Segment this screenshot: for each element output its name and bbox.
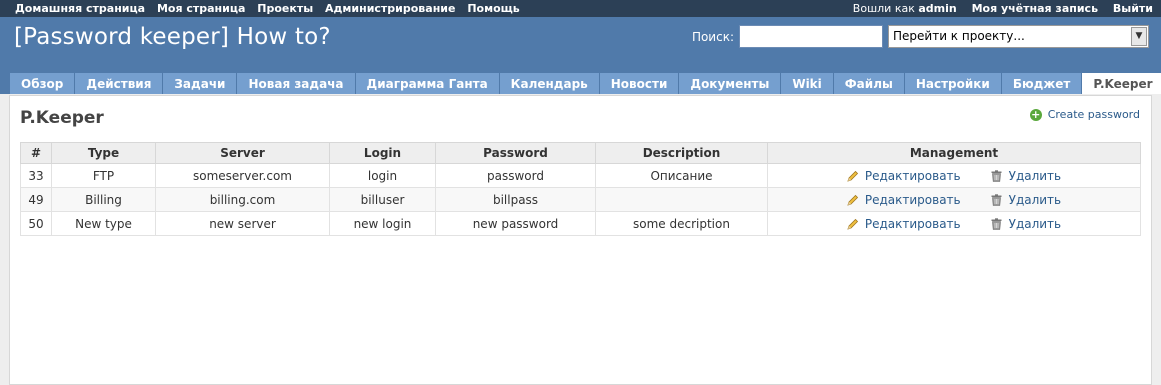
tab-news[interactable]: Новости: [599, 73, 679, 94]
col-id[interactable]: #: [20, 142, 52, 164]
top-link-my-page[interactable]: Моя страница: [157, 2, 245, 15]
create-password-link[interactable]: + Create password: [1029, 107, 1140, 121]
tab-issues[interactable]: Задачи: [163, 73, 237, 94]
tab-files[interactable]: Файлы: [833, 73, 904, 94]
cell-login: billuser: [329, 187, 436, 212]
cell-type: New type: [51, 211, 156, 236]
cell-login: new login: [329, 211, 436, 236]
top-menu: Домашняя страница Моя страница Проекты А…: [0, 0, 1161, 17]
account-area: Вошли как admin Моя учётная запись Выйти: [842, 2, 1153, 15]
cell-type: Billing: [51, 187, 156, 212]
tab-settings[interactable]: Настройки: [904, 73, 1001, 94]
logged-as: Вошли как admin: [853, 2, 957, 15]
pencil-icon: [847, 170, 858, 182]
cell-id: 33: [20, 163, 52, 188]
top-link-administration[interactable]: Администрирование: [325, 2, 455, 15]
edit-label[interactable]: Редактировать: [865, 193, 961, 207]
search-label: Поиск:: [691, 29, 734, 44]
cell-login: login: [329, 163, 436, 188]
col-password[interactable]: Password: [435, 142, 596, 164]
cell-password: password: [435, 163, 596, 188]
trash-icon: [991, 193, 1002, 206]
logout-link[interactable]: Выйти: [1113, 2, 1153, 15]
table-row: 33 FTP someserver.com login password Опи…: [20, 163, 1141, 188]
chevron-down-icon[interactable]: ▼: [1131, 27, 1147, 46]
col-server[interactable]: Server: [155, 142, 330, 164]
cell-type: FTP: [51, 163, 156, 188]
content: P.Keeper + Create password # Type Server…: [9, 95, 1152, 385]
tab-gantt[interactable]: Диаграмма Ганта: [355, 73, 499, 94]
delete-label[interactable]: Удалить: [1009, 169, 1062, 183]
pencil-icon: [847, 194, 858, 206]
top-link-projects[interactable]: Проекты: [257, 2, 313, 15]
logged-user[interactable]: admin: [918, 2, 956, 15]
cell-password: billpass: [435, 187, 596, 212]
main-menu: Обзор Действия Задачи Новая задача Диагр…: [10, 73, 1161, 94]
header: [Password keeper] How to? Поиск: Перейти…: [0, 17, 1161, 94]
table-row: 50 New type new server new login new pas…: [20, 211, 1141, 236]
top-link-home[interactable]: Домашняя страница: [15, 2, 145, 15]
delete-label[interactable]: Удалить: [1009, 193, 1062, 207]
cell-description: [595, 187, 768, 212]
cell-description: Описание: [595, 163, 768, 188]
tab-activity[interactable]: Действия: [75, 73, 163, 94]
cell-server: billing.com: [155, 187, 330, 212]
logged-as-prefix: Вошли как: [852, 2, 915, 15]
tab-wiki[interactable]: Wiki: [781, 73, 833, 94]
trash-icon: [991, 217, 1002, 230]
col-login[interactable]: Login: [329, 142, 436, 164]
plus-circle-icon: +: [1029, 107, 1042, 121]
cell-management: Редактировать Удалить: [767, 187, 1141, 212]
top-menu-links: Домашняя страница Моя страница Проекты А…: [15, 2, 528, 15]
col-management: Management: [767, 142, 1141, 164]
edit-link[interactable]: Редактировать: [847, 169, 961, 183]
edit-label[interactable]: Редактировать: [865, 169, 961, 183]
tab-calendar[interactable]: Календарь: [499, 73, 599, 94]
trash-icon: [991, 169, 1002, 182]
tab-new-issue[interactable]: Новая задача: [237, 73, 355, 94]
my-account-link[interactable]: Моя учётная запись: [972, 2, 1098, 15]
cell-description: some decription: [595, 211, 768, 236]
pencil-icon: [847, 218, 858, 230]
tab-overview[interactable]: Обзор: [10, 73, 75, 94]
create-password-label[interactable]: Create password: [1048, 108, 1140, 121]
delete-link[interactable]: Удалить: [991, 169, 1062, 183]
table-header-row: # Type Server Login Password Description…: [20, 142, 1141, 164]
edit-label[interactable]: Редактировать: [865, 217, 961, 231]
project-jump-select[interactable]: Перейти к проекту... ▼: [888, 25, 1149, 48]
tab-budget[interactable]: Бюджет: [1001, 73, 1082, 94]
delete-link[interactable]: Удалить: [991, 193, 1062, 207]
search-input[interactable]: [739, 25, 883, 48]
project-title: [Password keeper] How to?: [14, 24, 331, 50]
top-link-help[interactable]: Помощь: [467, 2, 519, 15]
delete-link[interactable]: Удалить: [991, 217, 1062, 231]
cell-id: 50: [20, 211, 52, 236]
tab-pkeeper[interactable]: P.Keeper: [1082, 73, 1161, 94]
passwords-table: # Type Server Login Password Description…: [20, 142, 1141, 236]
cell-server: new server: [155, 211, 330, 236]
project-jump-value: Перейти к проекту...: [893, 29, 1025, 43]
col-description[interactable]: Description: [595, 142, 768, 164]
cell-management: Редактировать Удалить: [767, 211, 1141, 236]
cell-management: Редактировать Удалить: [767, 163, 1141, 188]
col-type[interactable]: Type: [51, 142, 156, 164]
edit-link[interactable]: Редактировать: [847, 217, 961, 231]
table-row: 49 Billing billing.com billuser billpass…: [20, 187, 1141, 212]
delete-label[interactable]: Удалить: [1009, 217, 1062, 231]
cell-password: new password: [435, 211, 596, 236]
quick-search: Поиск: Перейти к проекту... ▼: [692, 25, 1149, 48]
tab-documents[interactable]: Документы: [679, 73, 781, 94]
page-title: P.Keeper: [20, 108, 104, 128]
cell-id: 49: [20, 187, 52, 212]
cell-server: someserver.com: [155, 163, 330, 188]
edit-link[interactable]: Редактировать: [847, 193, 961, 207]
